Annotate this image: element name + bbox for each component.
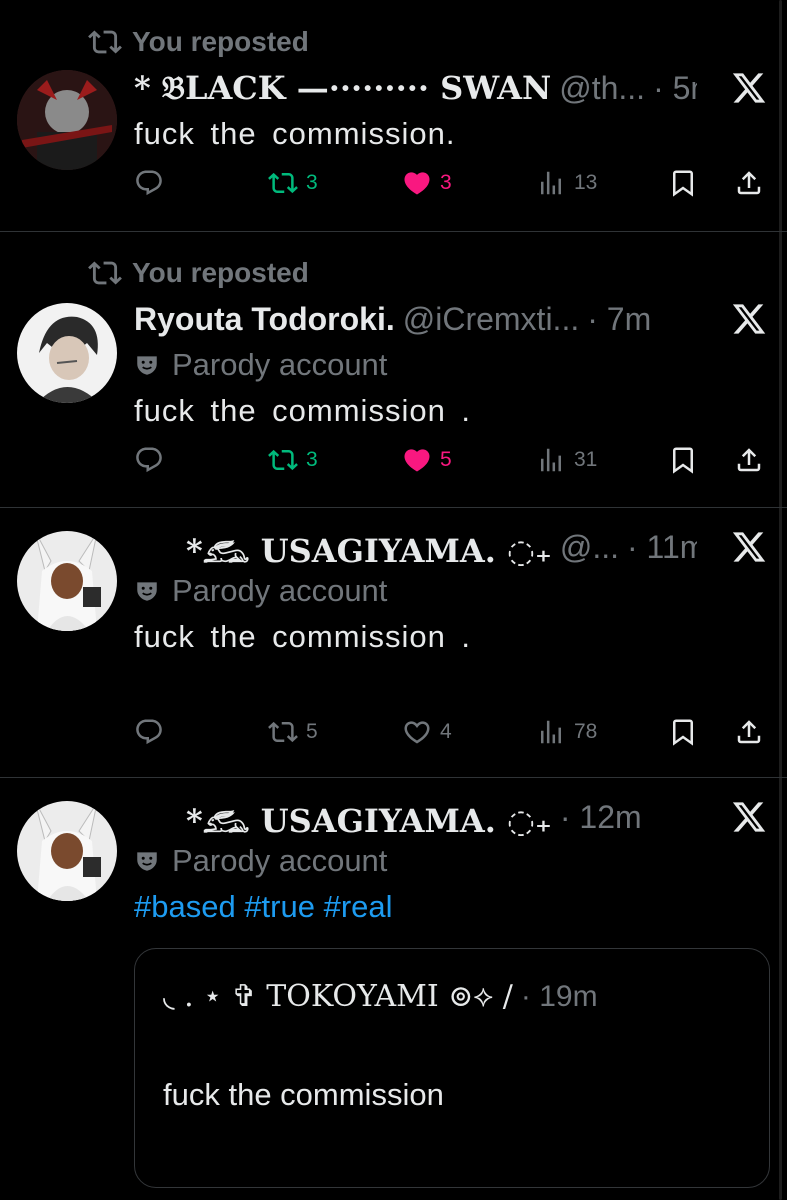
quote-tweet[interactable]: ◟ . ⋆ ✞ TOKOYAMI ⊚⟡ / · 19m fuck the com… xyxy=(134,948,770,1188)
heart-icon xyxy=(404,449,430,472)
display-name[interactable]: * 𝔅LACK —········· SWAN xyxy=(134,69,551,108)
bookmark-button[interactable] xyxy=(668,168,706,198)
parody-label: Parody account xyxy=(134,843,387,879)
parody-mask-icon xyxy=(137,852,157,871)
tweet-text: fuck the commission . xyxy=(134,393,472,428)
views-count: 13 xyxy=(574,171,598,194)
repost-count: 5 xyxy=(306,720,318,743)
share-button[interactable] xyxy=(734,445,772,475)
repost-count: 3 xyxy=(306,171,318,194)
handle[interactable]: @th... xyxy=(559,70,645,107)
heart-icon xyxy=(404,721,430,744)
like-count: 4 xyxy=(440,720,452,743)
like-button[interactable]: 4 xyxy=(402,717,452,747)
x-logo-icon[interactable] xyxy=(731,799,767,835)
repost-label: You reposted xyxy=(132,26,309,57)
display-name[interactable]: *𓃹 USAGIYAMA. ◌₊ xyxy=(186,527,552,567)
like-button[interactable]: 5 xyxy=(402,445,452,475)
like-button[interactable]: 3 xyxy=(402,168,452,198)
avatar[interactable] xyxy=(17,531,117,631)
x-logo-icon[interactable] xyxy=(731,529,767,565)
bookmark-button[interactable] xyxy=(668,445,706,475)
handle[interactable]: @iCremxti... xyxy=(403,301,579,338)
reply-icon xyxy=(136,447,162,473)
repost-button[interactable]: 3 xyxy=(268,445,318,475)
share-icon xyxy=(737,171,761,195)
parody-text: Parody account xyxy=(172,573,388,608)
share-button[interactable] xyxy=(734,717,772,747)
views-count: 31 xyxy=(574,448,598,471)
repost-button[interactable]: 5 xyxy=(268,717,318,747)
display-name[interactable]: *𓃹 USAGIYAMA. ◌₊ xyxy=(186,797,552,837)
repost-indicator: You reposted xyxy=(88,26,309,57)
parody-text: Parody account xyxy=(172,347,388,382)
reply-icon xyxy=(136,170,162,196)
repost-count: 3 xyxy=(306,448,318,471)
timestamp[interactable]: · 11m xyxy=(627,529,697,566)
repost-icon xyxy=(88,30,122,54)
quoted-timestamp[interactable]: · 19m xyxy=(521,980,598,1014)
tweet-text: fuck the commission . xyxy=(134,619,472,654)
repost-indicator: You reposted xyxy=(88,257,309,288)
repost-icon xyxy=(268,721,298,743)
x-logo-icon[interactable] xyxy=(731,70,767,106)
timestamp[interactable]: · 7m xyxy=(587,301,651,338)
tweet[interactable]: You reposted Ryouta Todoroki. @iCremxti.… xyxy=(0,231,787,508)
hashtags[interactable]: #based #true #real xyxy=(134,889,393,925)
share-button[interactable] xyxy=(734,168,772,198)
reply-button[interactable] xyxy=(134,445,172,475)
views-button[interactable]: 78 xyxy=(536,717,597,747)
handle[interactable]: @... xyxy=(560,529,619,566)
quoted-text: fuck the commission xyxy=(163,1077,444,1112)
bookmark-icon xyxy=(673,719,693,746)
repost-icon xyxy=(268,172,298,194)
parody-label: Parody account xyxy=(134,573,387,609)
views-icon xyxy=(541,448,561,472)
reply-button[interactable] xyxy=(134,168,172,198)
repost-button[interactable]: 3 xyxy=(268,168,318,198)
share-icon xyxy=(737,720,761,744)
views-icon xyxy=(541,720,561,744)
avatar[interactable] xyxy=(17,303,117,403)
like-count: 5 xyxy=(440,448,452,471)
parody-mask-icon xyxy=(137,582,157,601)
parody-mask-icon xyxy=(137,356,157,375)
tweet-text: fuck the commission. xyxy=(134,116,456,151)
share-icon xyxy=(737,448,761,472)
views-icon xyxy=(541,171,561,195)
avatar[interactable] xyxy=(17,70,117,170)
timestamp[interactable]: · 5m xyxy=(653,70,697,107)
views-count: 78 xyxy=(574,720,598,743)
reply-icon xyxy=(136,719,162,745)
tweet[interactable]: *𓃹 USAGIYAMA. ◌₊ @... · 11m Parody accou… xyxy=(0,507,787,778)
like-count: 3 xyxy=(440,171,452,194)
avatar[interactable] xyxy=(17,801,117,901)
bookmark-button[interactable] xyxy=(668,717,706,747)
reply-button[interactable] xyxy=(134,717,172,747)
quoted-display-name[interactable]: ◟ . ⋆ ✞ TOKOYAMI ⊚⟡ / xyxy=(163,979,513,1014)
bookmark-icon xyxy=(673,170,693,197)
timestamp[interactable]: · 12m xyxy=(560,799,642,836)
repost-label: You reposted xyxy=(132,257,309,288)
parody-label: Parody account xyxy=(134,347,387,383)
tweet[interactable]: You reposted * 𝔅LACK —········· SWAN @th… xyxy=(0,0,787,232)
x-logo-icon[interactable] xyxy=(731,301,767,337)
heart-icon xyxy=(404,172,430,195)
bookmark-icon xyxy=(673,447,693,474)
parody-text: Parody account xyxy=(172,843,388,878)
views-button[interactable]: 31 xyxy=(536,445,597,475)
repost-icon xyxy=(88,261,122,285)
repost-icon xyxy=(268,449,298,471)
views-button[interactable]: 13 xyxy=(536,168,597,198)
display-name[interactable]: Ryouta Todoroki. xyxy=(134,301,395,338)
